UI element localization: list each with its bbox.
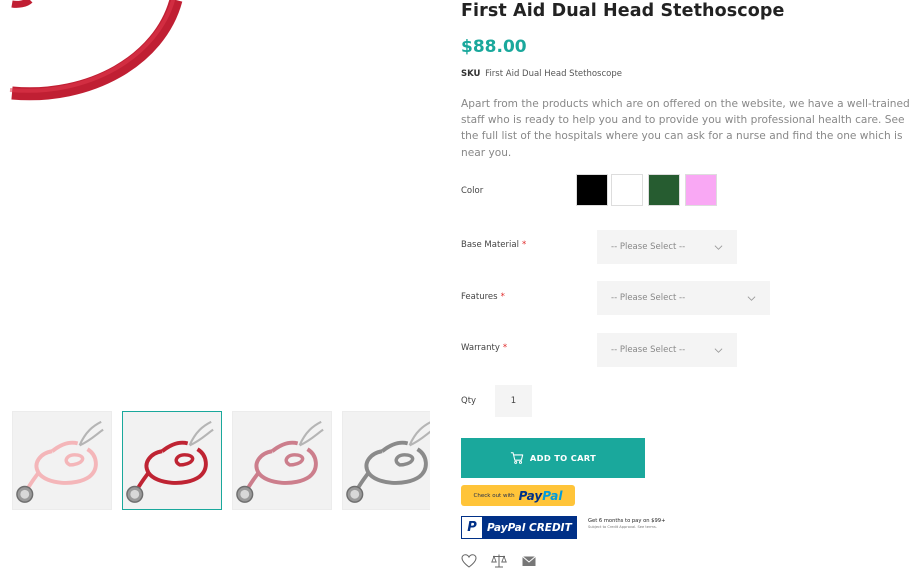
thumbnail-3[interactable] <box>232 411 332 510</box>
product-gallery <box>0 0 430 571</box>
add-to-cart-label: ADD TO CART <box>529 453 597 463</box>
features-label-text: Features <box>461 292 498 302</box>
base-material-label-text: Base Material <box>461 240 519 250</box>
qty-label: Qty <box>461 396 477 406</box>
stethoscope-tube-image <box>9 0 183 101</box>
chevron-down-icon <box>714 348 723 353</box>
warranty-label: Warranty * <box>461 343 507 353</box>
product-sku: SKU First Aid Dual Head Stethoscope <box>461 69 622 79</box>
required-mark: * <box>502 343 508 353</box>
stethoscope-thumbnail-image <box>346 421 430 503</box>
base-material-select[interactable]: -- Please Select -- <box>597 230 737 264</box>
warranty-select[interactable]: -- Please Select -- <box>597 333 737 367</box>
paypal-logo-pal: Pal <box>542 488 563 503</box>
main-product-image[interactable] <box>0 0 430 400</box>
scales-icon[interactable] <box>491 553 507 569</box>
features-select[interactable]: -- Please Select -- <box>597 281 770 315</box>
paypal-logo: PayPal <box>519 489 563 503</box>
paypal-credit-label: PayPal CREDIT <box>487 521 572 534</box>
product-title: First Aid Dual Head Stethoscope <box>461 1 785 21</box>
color-swatch-pink[interactable] <box>685 174 717 206</box>
cart-icon <box>510 452 524 464</box>
paypal-checkout-text: Check out with <box>473 492 515 499</box>
features-label: Features * <box>461 292 505 302</box>
thumbnail-2[interactable] <box>122 411 222 510</box>
base-material-placeholder: -- Please Select -- <box>611 242 686 252</box>
warranty-label-text: Warranty <box>461 343 500 353</box>
thumbnail-4[interactable] <box>342 411 430 510</box>
paypal-p-icon: P <box>462 517 482 538</box>
product-price: $88.00 <box>461 37 527 57</box>
paypal-credit-note: Get 6 months to pay on $99+ Subject to C… <box>588 518 684 530</box>
base-material-label: Base Material * <box>461 240 526 250</box>
color-swatch-white[interactable] <box>611 174 643 206</box>
color-swatch-green[interactable] <box>648 174 680 206</box>
paypal-credit-button[interactable]: P PayPal CREDIT <box>461 516 577 539</box>
heart-icon[interactable] <box>461 553 477 569</box>
features-placeholder: -- Please Select -- <box>611 293 686 303</box>
add-to-cart-button[interactable]: ADD TO CART <box>461 438 645 478</box>
stethoscope-thumbnail-image <box>236 420 324 503</box>
envelope-icon[interactable] <box>521 553 537 569</box>
color-swatch-black[interactable] <box>576 174 608 206</box>
stethoscope-thumbnail-image <box>16 420 104 503</box>
warranty-placeholder: -- Please Select -- <box>611 345 686 355</box>
stethoscope-thumbnail-image <box>126 420 214 503</box>
required-mark: * <box>521 240 527 250</box>
chevron-down-icon <box>714 245 723 250</box>
paypal-credit-offer: Get 6 months to pay on $99+ <box>588 518 666 524</box>
qty-input[interactable] <box>495 385 532 417</box>
chevron-down-icon <box>747 296 756 301</box>
paypal-credit-terms[interactable]: Subject to Credit Approval. See terms. <box>588 525 684 530</box>
paypal-logo-pay: Pay <box>518 488 543 503</box>
thumbnail-strip <box>12 411 430 511</box>
product-description: Apart from the products which are on off… <box>461 98 910 159</box>
sku-value: First Aid Dual Head Stethoscope <box>485 69 622 79</box>
required-mark: * <box>500 292 505 302</box>
color-label: Color <box>461 186 484 196</box>
thumbnail-1[interactable] <box>12 411 112 510</box>
paypal-checkout-button[interactable]: Check out with PayPal <box>461 485 575 506</box>
sku-label: SKU <box>461 69 481 79</box>
